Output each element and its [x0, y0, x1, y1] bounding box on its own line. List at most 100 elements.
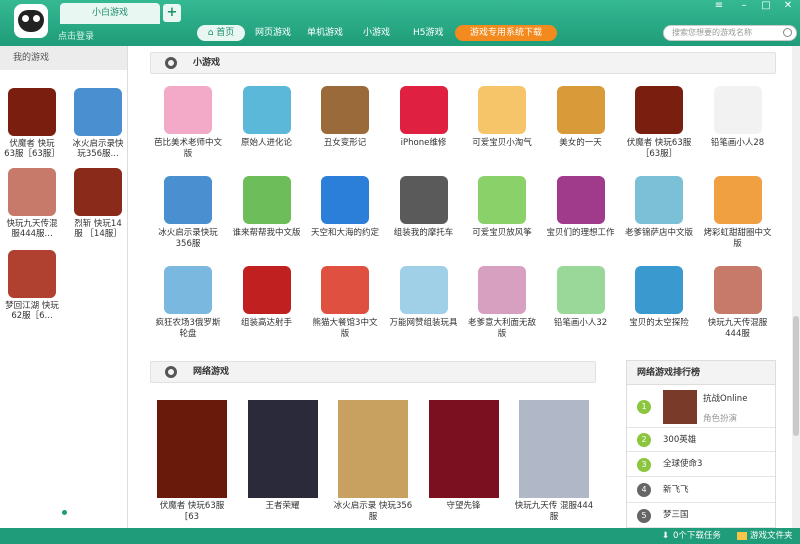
- game-label: 万能网赞组装玩具: [389, 318, 458, 328]
- game-thumbnail: [399, 266, 448, 314]
- game-thumbnail: [635, 266, 683, 314]
- game-label: 天空和大海的约定: [310, 228, 379, 238]
- download-tasks[interactable]: 0个下载任务: [673, 528, 721, 544]
- online-game-card[interactable]: 王者荣耀: [243, 400, 323, 512]
- section-header-small: 小游戏: [150, 52, 776, 74]
- small-game-item[interactable]: 原始人进化论: [231, 86, 303, 149]
- folder-icon: [737, 532, 747, 540]
- game-label: 宝贝的太空探险: [629, 318, 689, 328]
- small-game-item[interactable]: 可爱宝贝小淘气: [466, 86, 538, 149]
- small-game-item[interactable]: 冰火启示录快玩356服: [152, 176, 224, 250]
- ranking-title: 网络游戏排行榜: [627, 361, 775, 385]
- game-label: 伏魔者 快玩63服 [63: [159, 501, 225, 522]
- small-game-item[interactable]: 芭比美术老师中文版: [152, 86, 224, 160]
- ranking-item[interactable]: 1 抗战Online 角色扮演: [627, 386, 775, 428]
- small-game-item[interactable]: 宝贝的太空探险: [623, 266, 695, 329]
- game-label: 疯狂农场3俄罗斯轮盘: [155, 318, 221, 339]
- small-game-item[interactable]: 铅笔画小人28: [702, 86, 774, 149]
- game-thumbnail: [663, 390, 697, 424]
- online-game-card[interactable]: 冰火启示录 快玩356服: [333, 400, 413, 523]
- small-game-item[interactable]: 美女的一天: [545, 86, 617, 149]
- game-label: 宝贝们的理想工作: [546, 228, 615, 238]
- game-thumbnail: [556, 266, 605, 314]
- tab-main[interactable]: 小白游戏: [60, 3, 160, 24]
- small-game-item[interactable]: 组装我的摩托车: [388, 176, 460, 239]
- search-icon[interactable]: [783, 28, 792, 37]
- download-button[interactable]: 游戏专用系统下载: [455, 25, 557, 41]
- game-label: 伏魔者 快玩63服［63服］: [626, 138, 692, 159]
- online-game-card[interactable]: 伏魔者 快玩63服 [63: [152, 400, 232, 523]
- online-game-card[interactable]: 守望先锋: [424, 400, 504, 512]
- search-input[interactable]: 搜索您想要的游戏名称: [663, 25, 797, 41]
- game-thumbnail: [164, 176, 212, 224]
- game-thumbnail: [478, 266, 526, 314]
- rank-name: 300英雄: [663, 435, 697, 445]
- login-link[interactable]: 点击登录: [58, 29, 94, 42]
- small-game-item[interactable]: 万能网赞组装玩具: [388, 266, 460, 329]
- nav-home[interactable]: ⌂ 首页: [197, 25, 245, 41]
- game-folder-link[interactable]: 游戏文件夹: [750, 528, 793, 544]
- game-thumbnail: [635, 176, 683, 224]
- my-game-item[interactable]: 烈斩 快玩14服 ［14服］: [70, 168, 126, 239]
- scrollbar[interactable]: [792, 46, 800, 528]
- small-game-item[interactable]: 快玩九天传混服444服: [702, 266, 774, 340]
- add-tab-button[interactable]: +: [163, 4, 181, 22]
- game-thumbnail: [74, 88, 122, 136]
- nav-web-games[interactable]: 网页游戏: [255, 25, 291, 41]
- ranking-item[interactable]: 2 300英雄: [627, 428, 775, 452]
- small-game-item[interactable]: 可爱宝贝放风筝: [466, 176, 538, 239]
- game-thumbnail: [74, 168, 122, 216]
- game-label: 美女的一天: [559, 138, 602, 148]
- menu-icon[interactable]: ≡: [708, 0, 730, 12]
- my-game-item[interactable]: 梦回江湖 快玩62服［6...: [4, 250, 60, 321]
- my-game-item[interactable]: 伏魔者 快玩63服［63服］: [4, 88, 60, 159]
- game-thumbnail: [399, 176, 448, 224]
- my-game-item[interactable]: 冰火启示录快玩356服...: [70, 88, 126, 159]
- online-game-card[interactable]: 快玩九天传 混服444服: [514, 400, 594, 523]
- game-thumbnail: [8, 250, 56, 298]
- small-game-item[interactable]: 老爹意大利面无敌版: [466, 266, 538, 340]
- nav-single-games[interactable]: 单机游戏: [307, 25, 343, 41]
- small-game-item[interactable]: iPhone维修: [388, 86, 460, 149]
- game-label: 可爱宝贝小淘气: [472, 138, 532, 148]
- small-game-item[interactable]: 铅笔画小人32: [545, 266, 617, 329]
- game-thumbnail: [713, 176, 762, 224]
- game-label: 原始人进化论: [240, 138, 292, 148]
- my-game-item[interactable]: 快玩九天传混服444服...: [4, 168, 60, 239]
- small-game-item[interactable]: 伏魔者 快玩63服［63服］: [623, 86, 695, 160]
- small-game-item[interactable]: 老爹锦萨店中文版: [623, 176, 695, 239]
- maximize-icon[interactable]: □: [755, 0, 777, 12]
- small-game-item[interactable]: 疯狂农场3俄罗斯轮盘: [152, 266, 224, 340]
- game-thumbnail: [8, 88, 56, 136]
- ranking-item[interactable]: 4 新飞飞: [627, 477, 775, 503]
- game-thumbnail: [713, 266, 762, 314]
- small-game-item[interactable]: 丑女变形记: [309, 86, 381, 149]
- rank-number: 5: [637, 508, 651, 523]
- game-cover: [338, 400, 408, 498]
- game-label: 快玩九天传 混服444服: [514, 501, 594, 522]
- small-game-item[interactable]: 烤彩虹甜甜圈中文版: [702, 176, 774, 250]
- game-label: 守望先锋: [446, 501, 481, 511]
- nav-small-games[interactable]: 小游戏: [363, 25, 390, 41]
- small-game-item[interactable]: 天空和大海的约定: [309, 176, 381, 239]
- nav-h5-games[interactable]: H5游戏: [413, 25, 444, 41]
- game-label: 谁来帮帮我中文版: [232, 228, 301, 238]
- small-game-item[interactable]: 谁来帮帮我中文版: [231, 176, 303, 239]
- ranking-item[interactable]: 5 梦三国: [627, 503, 775, 528]
- sidebar-title: 我的游戏: [0, 46, 127, 70]
- rank-number: 3: [637, 457, 651, 472]
- carousel-dot[interactable]: [62, 510, 67, 515]
- game-cover: [519, 400, 589, 498]
- game-thumbnail: [242, 86, 291, 134]
- minimize-icon[interactable]: –: [733, 0, 755, 12]
- small-game-item[interactable]: 组装高达射手: [231, 266, 303, 329]
- game-label: 快玩九天传混服444服: [707, 318, 768, 339]
- small-game-item[interactable]: 熊猫大餐馆3中文版: [309, 266, 381, 340]
- rank-name: 梦三国: [663, 510, 689, 520]
- small-game-item[interactable]: 宝贝们的理想工作: [545, 176, 617, 239]
- game-thumbnail: [164, 266, 212, 314]
- close-icon[interactable]: ✕: [777, 0, 799, 12]
- gear-icon: [165, 57, 177, 69]
- ranking-item[interactable]: 3 全球使命3: [627, 452, 775, 477]
- game-cover: [428, 400, 499, 498]
